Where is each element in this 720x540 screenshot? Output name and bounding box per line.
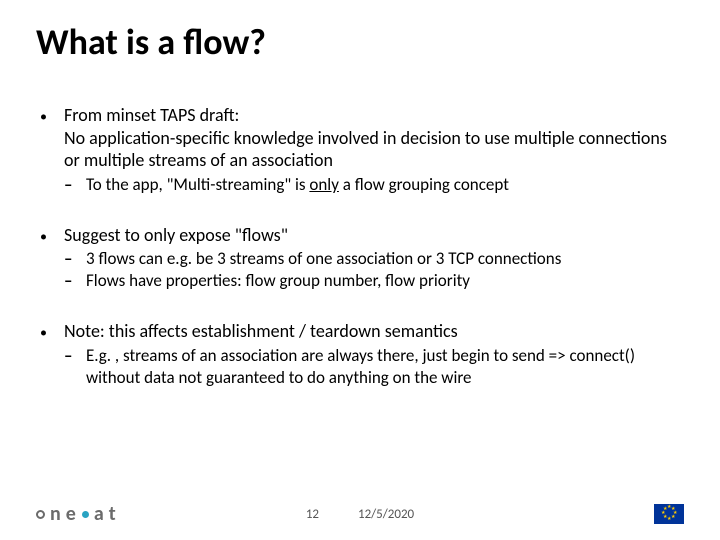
slide-title: What is a flow? — [36, 20, 684, 64]
dash-icon: – — [64, 174, 86, 196]
bullet-text: Note: this affects establishment / teard… — [64, 320, 458, 342]
sub-text-suffix: a flow grouping concept — [339, 174, 509, 195]
footer-center: 12 12/5/2020 — [0, 507, 720, 522]
eu-flag-icon: ★ ★ ★ ★ ★ ★ ★ ★ — [654, 504, 684, 524]
slide-date: 12/5/2020 — [358, 507, 414, 522]
sub-text: E.g. , streams of an association are alw… — [86, 345, 684, 389]
slide-footer: neat 12 12/5/2020 ★ ★ ★ ★ ★ ★ ★ ★ — [0, 496, 720, 526]
sub-text: Flows have properties: flow group number… — [86, 270, 684, 292]
bullet-dot-icon — [36, 104, 64, 172]
bullet-dot-icon — [36, 224, 64, 247]
sub-bullet-item: – To the app, "Multi-streaming" is only … — [64, 174, 684, 196]
sub-bullet-list: – E.g. , streams of an association are a… — [36, 345, 684, 389]
sub-bullet-list: – To the app, "Multi-streaming" is only … — [36, 174, 684, 196]
sub-bullet-item: – Flows have properties: flow group numb… — [64, 270, 684, 292]
sub-text: 3 flows can e.g. be 3 streams of one ass… — [86, 248, 684, 270]
sub-text-prefix: To the app, "Multi-streaming" is — [86, 174, 309, 195]
sub-bullet-item: – 3 flows can e.g. be 3 streams of one a… — [64, 248, 684, 270]
dash-icon: – — [64, 248, 86, 270]
bullet-dot-icon — [36, 320, 64, 343]
slide: What is a flow? From minset TAPS draft: … — [0, 0, 720, 540]
bullet-item: From minset TAPS draft: No application-s… — [36, 104, 684, 196]
bullet-text: From minset TAPS draft: — [64, 104, 239, 126]
sub-bullet-item: – E.g. , streams of an association are a… — [64, 345, 684, 389]
page-number: 12 — [306, 507, 319, 522]
sub-bullet-list: – 3 flows can e.g. be 3 streams of one a… — [36, 248, 684, 292]
sub-text-underline: only — [309, 174, 339, 195]
dash-icon: – — [64, 270, 86, 292]
bullet-item: Note: this affects establishment / teard… — [36, 320, 684, 389]
bullet-item: Suggest to only expose "flows" – 3 flows… — [36, 224, 684, 293]
dash-icon: – — [64, 345, 86, 389]
bullet-list: From minset TAPS draft: No application-s… — [36, 104, 684, 389]
eu-stars: ★ ★ ★ ★ ★ ★ ★ ★ — [661, 506, 677, 522]
bullet-text: Suggest to only expose "flows" — [64, 224, 288, 246]
bullet-continuation: No application-specific knowledge involv… — [64, 127, 667, 172]
